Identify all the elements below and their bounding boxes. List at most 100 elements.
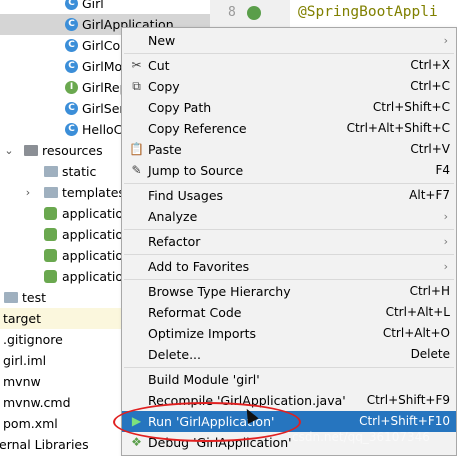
menu-item-jump-to-source[interactable]: ✎ Jump to Source F4 [122, 160, 456, 181]
folder-icon [44, 166, 58, 177]
menu-item-add-to-favorites[interactable]: Add to Favorites › [122, 256, 456, 277]
menu-item-shortcut: Ctrl+V [410, 142, 450, 156]
chevron-right-icon: › [443, 210, 448, 223]
menu-item-label: Find Usages [148, 188, 224, 203]
menu-item-shortcut: Ctrl+X [410, 58, 450, 72]
menu-separator [124, 254, 454, 255]
menu-item-label: New [148, 33, 176, 48]
spring-config-icon [44, 249, 57, 262]
menu-item-build-module[interactable]: Build Module 'girl' [122, 369, 456, 390]
menu-item-shortcut: Ctrl+Shift+F10 [359, 414, 450, 428]
menu-item-label: Refactor [148, 234, 201, 249]
menu-separator [124, 53, 454, 54]
tree-item-label: pom.xml [3, 416, 58, 431]
menu-item-browse-type-hierarchy[interactable]: Browse Type Hierarchy Ctrl+H [122, 281, 456, 302]
tree-item-label: GirlMo [82, 59, 123, 74]
run-icon: ▶ [131, 414, 142, 428]
tree-item-label: .gitignore [3, 332, 63, 347]
menu-item-shortcut: Ctrl+Alt+Shift+C [346, 121, 450, 135]
tree-item-label: mvnw [3, 374, 41, 389]
chevron-right-icon[interactable]: › [22, 182, 34, 203]
folder-icon [24, 145, 38, 156]
menu-item-recompile[interactable]: Recompile 'GirlApplication.java' Ctrl+Sh… [122, 390, 456, 411]
menu-item-label: Debug 'GirlApplication' [148, 435, 292, 450]
chevron-right-icon: › [443, 235, 448, 248]
tree-item-label: girl.iml [3, 353, 47, 368]
watermark-text: csdn.net/qq_36107346 [292, 430, 430, 444]
spring-config-icon [44, 270, 57, 283]
menu-item-copy-path[interactable]: Copy Path Ctrl+Shift+C [122, 97, 456, 118]
chevron-right-icon: › [443, 34, 448, 47]
menu-item-delete[interactable]: Delete... Delete [122, 344, 456, 365]
context-menu: New › ✂ Cut Ctrl+X ⧉ Copy Ctrl+C Copy Pa… [121, 27, 457, 456]
menu-item-analyze[interactable]: Analyze › [122, 206, 456, 227]
menu-item-label: Paste [148, 142, 182, 157]
menu-item-label: Add to Favorites [148, 259, 250, 274]
menu-separator [124, 279, 454, 280]
class-icon: C [65, 39, 78, 52]
menu-item-label: Browse Type Hierarchy [148, 284, 291, 299]
chevron-right-icon: › [443, 260, 448, 273]
menu-item-label: Delete... [148, 347, 201, 362]
menu-item-copy-reference[interactable]: Copy Reference Ctrl+Alt+Shift+C [122, 118, 456, 139]
menu-item-label: Copy Path [148, 100, 212, 115]
tree-item-label: target [3, 311, 42, 326]
menu-separator [124, 229, 454, 230]
menu-item-reformat-code[interactable]: Reformat Code Ctrl+Alt+L [122, 302, 456, 323]
menu-item-label: Cut [148, 58, 170, 73]
interface-icon: I [65, 81, 78, 94]
menu-item-label: Copy Reference [148, 121, 247, 136]
menu-item-copy[interactable]: ⧉ Copy Ctrl+C [122, 76, 456, 97]
menu-item-label: Optimize Imports [148, 326, 257, 341]
class-icon: C [65, 102, 78, 115]
menu-item-label: Analyze [148, 209, 198, 224]
code-annotation: @SpringBootAppli [298, 4, 438, 20]
tree-item-label: templates [62, 185, 125, 200]
scissors-icon: ✂ [131, 58, 142, 72]
menu-item-label: Copy [148, 79, 180, 94]
folder-icon [44, 187, 58, 198]
menu-separator [124, 183, 454, 184]
debug-icon: ❖ [131, 435, 142, 449]
tree-item-label: test [22, 290, 47, 305]
menu-item-optimize-imports[interactable]: Optimize Imports Ctrl+Alt+O [122, 323, 456, 344]
paste-icon: 📋 [129, 142, 144, 156]
tree-item-label: Girl [82, 0, 104, 11]
spring-config-icon [44, 207, 57, 220]
menu-item-refactor[interactable]: Refactor › [122, 231, 456, 252]
menu-item-label: Build Module 'girl' [148, 372, 260, 387]
menu-item-shortcut: F4 [435, 163, 450, 177]
menu-item-shortcut: Ctrl+Shift+C [372, 100, 450, 114]
menu-item-shortcut: Ctrl+C [410, 79, 450, 93]
spring-boot-run-icon[interactable] [247, 6, 261, 20]
menu-item-shortcut: Ctrl+Alt+O [382, 326, 450, 340]
class-icon: C [65, 123, 78, 136]
line-number: 8 [228, 5, 236, 20]
menu-item-label: Reformat Code [148, 305, 242, 320]
tree-item-label: ernal Libraries [0, 437, 89, 452]
menu-item-paste[interactable]: 📋 Paste Ctrl+V [122, 139, 456, 160]
class-icon: C [65, 0, 78, 10]
menu-separator [124, 367, 454, 368]
tree-item-label: mvnw.cmd [3, 395, 71, 410]
menu-item-shortcut: Ctrl+H [409, 284, 450, 298]
menu-item-cut[interactable]: ✂ Cut Ctrl+X [122, 55, 456, 76]
folder-icon [4, 292, 18, 303]
menu-item-new[interactable]: New › [122, 30, 456, 51]
menu-item-shortcut: Ctrl+Shift+F9 [366, 393, 450, 407]
copy-icon: ⧉ [132, 79, 141, 93]
menu-item-label: Jump to Source [148, 163, 244, 178]
spring-config-icon [44, 228, 57, 241]
menu-item-shortcut: Ctrl+Alt+L [385, 305, 450, 319]
tree-item-girl[interactable]: C Girl [0, 0, 210, 14]
menu-item-find-usages[interactable]: Find Usages Alt+F7 [122, 185, 456, 206]
chevron-down-icon[interactable]: ⌄ [3, 140, 15, 161]
class-icon: C [65, 60, 78, 73]
menu-item-shortcut: Alt+F7 [409, 188, 450, 202]
pencil-icon: ✎ [131, 163, 142, 177]
tree-item-label: static [62, 164, 97, 179]
spring-class-icon: C [65, 18, 78, 31]
menu-item-run[interactable]: ▶ Run 'GirlApplication' Ctrl+Shift+F10 [122, 411, 456, 432]
tree-item-label: resources [42, 143, 103, 158]
menu-item-shortcut: Delete [410, 347, 450, 361]
